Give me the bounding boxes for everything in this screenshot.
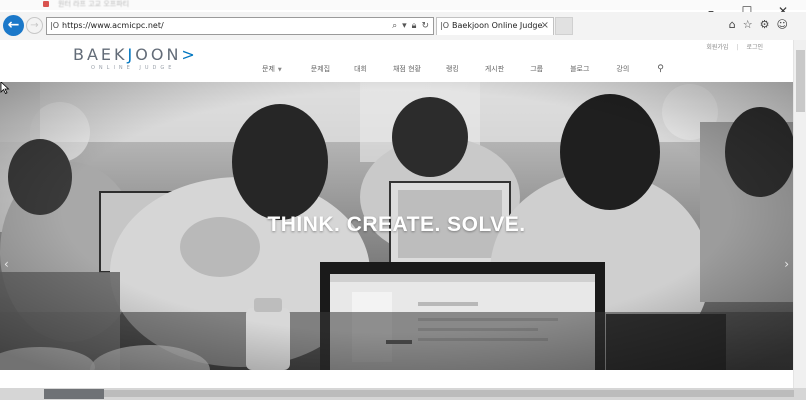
util-links: 회원가입 | 로그인 xyxy=(706,44,763,52)
search-icon[interactable]: ⌕ xyxy=(392,19,397,33)
signup-link[interactable]: 회원가입 xyxy=(706,44,728,52)
title-bar: 원터 라프 고교 오프파티 xyxy=(0,0,806,10)
chevron-left-icon[interactable]: ‹ xyxy=(4,258,9,270)
nav-item-groups[interactable]: 그룹 xyxy=(530,64,543,75)
back-arrow-icon[interactable]: ← xyxy=(3,15,24,36)
home-icon[interactable]: ⌂ xyxy=(729,18,736,32)
nav-item-workbooks[interactable]: 문제집 xyxy=(311,64,330,75)
address-bar-icons: ⌕ ▾ 🔒︎ ↻ xyxy=(392,19,429,33)
nav-item-board[interactable]: 게시판 xyxy=(485,64,504,75)
nav-item-contests[interactable]: 대회 xyxy=(354,64,367,75)
nav-item-problems[interactable]: 문제 ▼ xyxy=(262,64,282,75)
mouse-cursor-icon xyxy=(0,82,10,94)
web-page: 회원가입 | 로그인 BAEKJOON> ONLINE JUDGE 문제 ▼ 문제… xyxy=(0,40,793,400)
address-bar[interactable]: |O https://www.acmicpc.net/ ⌕ ▾ 🔒︎ ↻ xyxy=(46,17,434,35)
nav-item-status[interactable]: 채점 현황 xyxy=(393,64,421,75)
star-icon[interactable]: ☆ xyxy=(743,18,753,32)
chevron-right-icon[interactable]: › xyxy=(784,258,789,270)
login-link[interactable]: 로그인 xyxy=(746,44,763,52)
new-tab-button[interactable] xyxy=(555,17,573,35)
chevron-down-icon: ▼ xyxy=(277,67,282,73)
browser-tab[interactable]: |O Baekjoon Online Judge × xyxy=(436,17,554,35)
close-icon[interactable]: × xyxy=(541,19,549,33)
taskbar-window-thumbnail[interactable] xyxy=(44,389,104,399)
taskbar-progress xyxy=(104,390,794,397)
site-favicon-icon: |O xyxy=(50,21,59,30)
gear-icon[interactable]: ⚙ xyxy=(760,18,770,32)
dropdown-icon[interactable]: ▾ xyxy=(402,19,407,33)
smiley-icon[interactable]: ☺ xyxy=(777,18,788,32)
scrollbar-thumb[interactable] xyxy=(796,50,805,112)
browser-window: 원터 라프 고교 오프파티 – ☐ ✕ ← → |O https://www.a… xyxy=(0,0,806,400)
lock-icon[interactable]: 🔒︎ xyxy=(412,19,417,33)
logo-subtitle: ONLINE JUDGE xyxy=(91,65,176,71)
nav-item-ranking[interactable]: 랭킹 xyxy=(446,64,459,75)
hero-title: THINK. CREATE. SOLVE. xyxy=(267,213,526,236)
hero-carousel: THINK. CREATE. SOLVE. ‹ › xyxy=(0,82,793,370)
logo-wordmark: BAEKJOON> xyxy=(73,45,198,64)
url-text[interactable]: https://www.acmicpc.net/ xyxy=(62,20,164,32)
nav-item-blog[interactable]: 블로그 xyxy=(570,64,589,75)
util-separator: | xyxy=(736,44,739,51)
browser-toolbar: ⌂ ☆ ⚙ ☺ xyxy=(729,18,788,32)
app-icon xyxy=(43,1,49,7)
refresh-icon[interactable]: ↻ xyxy=(421,19,429,33)
main-nav: 문제 ▼ 문제집 대회 채점 현황 랭킹 게시판 그룹 블로그 강의 ⚲ xyxy=(262,64,664,75)
tab-title: Baekjoon Online Judge xyxy=(452,21,543,30)
site-logo[interactable]: BAEKJOON> ONLINE JUDGE xyxy=(73,46,223,72)
page-scrollbar[interactable] xyxy=(793,40,806,400)
taskbar xyxy=(0,388,806,400)
tab-favicon-icon: |O xyxy=(440,21,449,30)
address-row: ← → |O https://www.acmicpc.net/ ⌕ ▾ 🔒︎ ↻… xyxy=(0,12,806,40)
window-title: 원터 라프 고교 오프파티 xyxy=(58,0,130,8)
search-icon[interactable]: ⚲ xyxy=(657,64,664,75)
nav-item-lectures[interactable]: 강의 xyxy=(616,64,629,75)
forward-arrow-icon[interactable]: → xyxy=(26,17,43,34)
